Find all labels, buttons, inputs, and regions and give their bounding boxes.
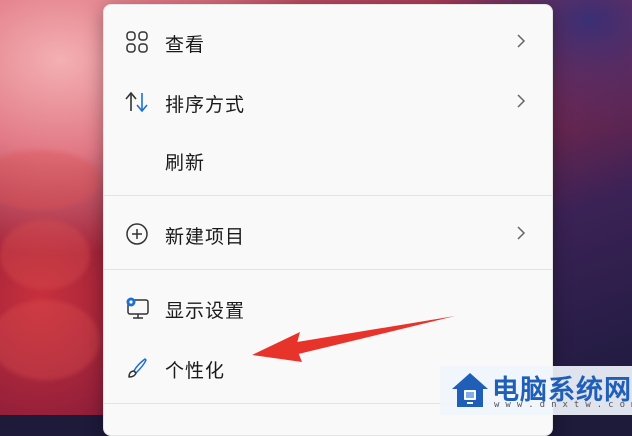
view-grid-icon: [124, 29, 150, 55]
display-settings-icon: [124, 295, 150, 321]
house-logo-icon: [452, 373, 488, 407]
wallpaper-cloud: [0, 220, 90, 290]
menu-item-label: 查看: [165, 34, 206, 56]
chevron-right-icon: [517, 226, 526, 240]
site-watermark: 电脑系统网 www.dnxtw.com: [440, 366, 632, 415]
chevron-right-icon: [517, 34, 526, 48]
menu-item-label: 个性化: [165, 360, 226, 382]
menu-item-new[interactable]: 新建项目: [110, 209, 546, 257]
brush-icon: [124, 355, 150, 381]
chevron-right-icon: [517, 94, 526, 108]
sort-arrows-icon: [124, 89, 150, 115]
menu-separator: [104, 195, 552, 196]
wallpaper-cloud: [0, 150, 100, 210]
menu-item-label: 显示设置: [165, 300, 246, 322]
menu-item-sort-by[interactable]: 排序方式: [110, 77, 546, 125]
menu-item-label: 刷新: [165, 152, 206, 174]
menu-item-refresh[interactable]: 刷新: [110, 135, 546, 183]
menu-item-display-settings[interactable]: 显示设置: [110, 283, 546, 331]
plus-circle-icon: [124, 221, 150, 247]
menu-item-label: 新建项目: [165, 226, 246, 248]
menu-item-view[interactable]: 查看: [110, 17, 546, 65]
watermark-url: www.dnxtw.com: [494, 400, 632, 410]
menu-separator: [104, 269, 552, 270]
menu-item-label: 排序方式: [165, 94, 246, 116]
wallpaper-cloud: [0, 300, 100, 380]
